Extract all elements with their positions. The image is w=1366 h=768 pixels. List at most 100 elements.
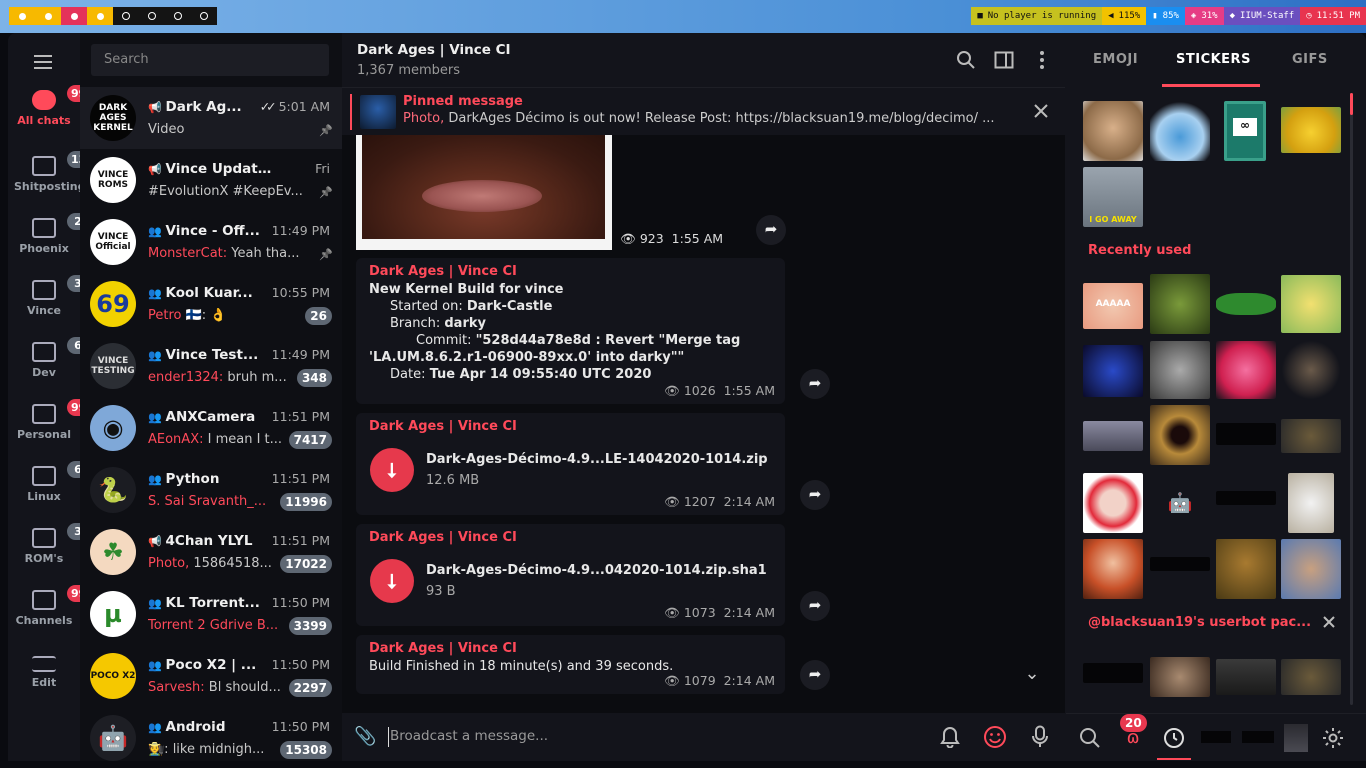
emoji-icon[interactable]	[983, 725, 1007, 749]
status-battery[interactable]: ▮ 85%	[1146, 7, 1185, 25]
sticker-pack-4[interactable]	[1281, 659, 1341, 695]
menu-icon[interactable]	[34, 55, 52, 69]
status-memory[interactable]: ◈ 31%	[1184, 7, 1224, 25]
sticker-concert[interactable]	[1083, 345, 1143, 397]
tab-emoji[interactable]: EMOJI	[1093, 52, 1138, 67]
chat-list-item[interactable]: 🐍 👥 Python 11:51 PM S. Sai Sravanth_... 1199…	[80, 459, 342, 521]
sticker-scream[interactable]	[1150, 405, 1210, 465]
sticker-pack-1[interactable]	[1083, 663, 1143, 683]
microphone-icon[interactable]	[1030, 725, 1050, 749]
chat-list-item[interactable]: DARK AGES KERNEL 📢 Dark Ag... ✓✓ 5:01 AM Vi…	[80, 87, 342, 149]
settings-gear-icon[interactable]	[1321, 726, 1345, 750]
sticker-redhead[interactable]	[1083, 539, 1143, 599]
sticker-text-chat-2[interactable]	[1216, 491, 1276, 505]
chat-list-item[interactable]: ☘ 📢 4Chan YLYL 11:51 PM Photo, 15864518... 1…	[80, 521, 342, 583]
scroll-down-chevron-icon[interactable]: ⌄	[1017, 663, 1047, 693]
message-bubble[interactable]: Dark Ages | Vince CI Build Finished in 1…	[356, 635, 785, 694]
message-sender[interactable]: Dark Ages | Vince CI	[369, 419, 517, 434]
sticker-text-chat-3[interactable]	[1150, 557, 1210, 571]
sticker-fluffy[interactable]	[1288, 473, 1334, 533]
chat-list-item[interactable]: 69 👥 Kool Kuar... 10:55 PM Petro 🇫🇮: 👌 26	[80, 273, 342, 335]
chat-list-item[interactable]: VINCE TESTING 👥 Vince Test... 11:49 PM ende…	[80, 335, 342, 397]
sticker-kirby[interactable]	[1216, 341, 1276, 399]
sticker-photo[interactable]	[1083, 421, 1143, 451]
tab-stickers[interactable]: STICKERS	[1176, 52, 1251, 67]
workspace-4[interactable]	[87, 7, 113, 25]
chat-list-item[interactable]: ◉ 👥 ANXCamera 11:51 PM AEonAX: I mean I t..…	[80, 397, 342, 459]
workspace-2[interactable]	[35, 7, 61, 25]
sticker-shrek[interactable]	[1150, 274, 1210, 334]
forward-button[interactable]: ➦	[800, 369, 830, 399]
file-message[interactable]: Dark Ages | Vince CI ⭣ Dark-Ages-Décimo-…	[356, 524, 785, 626]
close-icon[interactable]	[1034, 104, 1048, 118]
message-sender[interactable]: Dark Ages | Vince CI	[369, 264, 517, 279]
sticker-pack-2[interactable]	[1150, 657, 1210, 697]
chat-list-item[interactable]: µ 👥 KL Torrent... 11:50 PM Torrent 2 Gdrive…	[80, 583, 342, 645]
status-clock[interactable]: ◷ 11:51 PM	[1300, 7, 1366, 25]
folder-phoenix[interactable]: 2 Phoenix	[8, 213, 89, 256]
file-message[interactable]: Dark Ages | Vince CI ⭣ Dark-Ages-Décimo-…	[356, 413, 785, 515]
download-icon[interactable]: ⭣	[370, 559, 414, 603]
sticker-mona-lisa[interactable]	[1216, 539, 1276, 599]
folder-rom-s[interactable]: 3 ROM's	[8, 523, 89, 566]
sticker-kid[interactable]	[1281, 539, 1341, 599]
sticker-text-chat[interactable]	[1216, 423, 1276, 445]
close-pack-icon[interactable]	[1323, 616, 1335, 628]
workspace-1[interactable]	[9, 7, 35, 25]
forward-button[interactable]: ➦	[800, 480, 830, 510]
status-volume[interactable]: ◀ 115%	[1102, 7, 1147, 25]
pack-thumb-2[interactable]	[1242, 731, 1274, 743]
chat-list-item[interactable]: VINCE Official 👥 Vince - Off... 11:49 PM Mo…	[80, 211, 342, 273]
tab-gifs[interactable]: GIFS	[1292, 52, 1328, 67]
sticker-man-thinking[interactable]	[1281, 341, 1341, 399]
download-icon[interactable]: ⭣	[370, 448, 414, 492]
sticker-penguin[interactable]	[1150, 341, 1210, 399]
sticker-card[interactable]: ∞	[1224, 101, 1266, 161]
message-sender[interactable]: Dark Ages | Vince CI	[369, 641, 517, 656]
pack-thumb-1[interactable]	[1201, 731, 1231, 743]
attach-icon[interactable]: 📎	[354, 726, 376, 748]
folder-dev[interactable]: 6 Dev	[8, 337, 89, 380]
forward-button[interactable]: ➦	[800, 591, 830, 621]
sticker-anime-hat[interactable]	[1150, 101, 1210, 161]
pinned-message-bar[interactable]: Pinned message Photo, DarkAges Décimo is…	[342, 87, 1065, 135]
chat-list-item[interactable]: POCO X2 👥 Poco X2 | ... 11:50 PM Sarvesh: B…	[80, 645, 342, 707]
sticker-doge[interactable]	[1083, 101, 1143, 161]
sticker-aaaa[interactable]: AAAAA	[1083, 283, 1143, 329]
forward-button[interactable]: ➦	[800, 660, 830, 690]
photo-message[interactable]	[356, 135, 612, 250]
workspace-5[interactable]	[113, 7, 139, 25]
folder-linux[interactable]: 6 Linux	[8, 461, 89, 504]
notification-bell-icon[interactable]	[940, 726, 960, 748]
sticker-soldier[interactable]	[1281, 419, 1341, 453]
search-input[interactable]: Search	[91, 44, 329, 76]
workspace-3[interactable]	[61, 7, 87, 25]
sticker-scrollbar-thumb[interactable]	[1350, 93, 1353, 115]
more-options-icon[interactable]	[1032, 50, 1052, 70]
sticker-heart-girl[interactable]	[1083, 473, 1143, 533]
message-bubble[interactable]: Dark Ages | Vince CI New Kernel Build fo…	[356, 258, 785, 404]
sidebar-toggle-icon[interactable]	[994, 50, 1014, 70]
sticker-pikachu[interactable]	[1281, 107, 1341, 153]
status-stop[interactable]: ■ No player is running	[971, 7, 1103, 25]
folder-edit[interactable]: Edit	[8, 656, 80, 690]
forward-button[interactable]: ➦	[756, 215, 786, 245]
sticker-android[interactable]: 🤖	[1150, 491, 1210, 513]
folder-shitposting[interactable]: 13 Shitposting	[8, 151, 91, 194]
workspace-7[interactable]	[165, 7, 191, 25]
chat-list-item[interactable]: 🤖 👥 Android 11:50 PM 🧑‍🌾: like midnigh... 15…	[80, 707, 342, 761]
workspace-8[interactable]	[191, 7, 217, 25]
message-input[interactable]: Broadcast a message...	[390, 728, 548, 744]
recent-clock-icon[interactable]	[1162, 726, 1186, 750]
workspace-6[interactable]	[139, 7, 165, 25]
folder-vince[interactable]: 3 Vince	[8, 275, 89, 318]
sticker-scrollbar[interactable]	[1350, 93, 1353, 705]
chat-header[interactable]: Dark Ages | Vince CI 1,367 members	[342, 33, 1065, 87]
chat-list-item[interactable]: VINCE ROMS 📢 Vince Updates - ... Fri #Evolu…	[80, 149, 342, 211]
folder-channels[interactable]: 99+ Channels	[8, 585, 100, 628]
folder-personal[interactable]: 99+ Personal	[8, 399, 100, 442]
status-wifi[interactable]: ◆ IIUM-Staff	[1223, 7, 1301, 25]
search-icon[interactable]	[956, 50, 976, 70]
search-icon[interactable]	[1078, 726, 1102, 750]
sticker-pepe[interactable]	[1216, 293, 1276, 315]
